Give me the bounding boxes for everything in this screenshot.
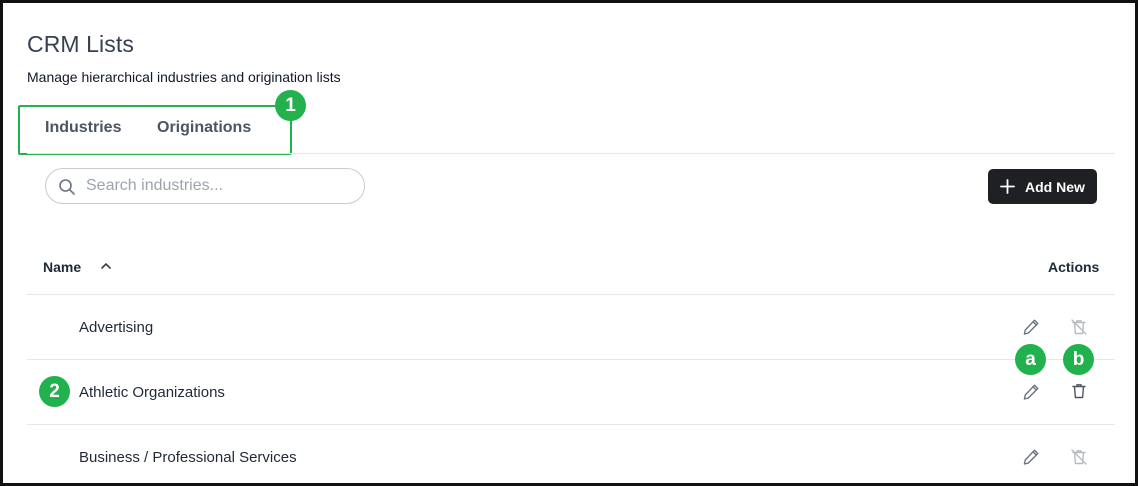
annotation-badge-b: b	[1063, 344, 1094, 375]
trash-disabled-icon	[1071, 449, 1087, 465]
row-divider	[27, 359, 1115, 360]
page-title: CRM Lists	[27, 31, 134, 57]
search-input[interactable]	[86, 175, 356, 197]
row-divider	[27, 424, 1115, 425]
add-new-button[interactable]: Add New	[988, 169, 1097, 204]
header-divider	[27, 294, 1115, 295]
column-header-actions: Actions	[1048, 259, 1100, 275]
add-new-label: Add New	[1025, 179, 1085, 195]
table-row-name: Athletic Organizations	[79, 384, 225, 401]
tab-originations[interactable]: Originations	[157, 119, 251, 137]
column-header-name[interactable]: Name	[43, 259, 81, 275]
table-row-name: Advertising	[79, 319, 154, 336]
pencil-icon[interactable]	[1021, 447, 1041, 467]
trash-icon[interactable]	[1069, 381, 1089, 401]
table-row-name: Business / Professional Services	[79, 449, 297, 466]
chevron-up-icon[interactable]	[99, 259, 113, 273]
annotation-badge-a: a	[1015, 344, 1046, 375]
pencil-icon[interactable]	[1021, 382, 1041, 402]
tab-industries[interactable]: Industries	[45, 119, 121, 137]
pencil-icon[interactable]	[1021, 317, 1041, 337]
search-box[interactable]	[45, 168, 365, 204]
annotation-badge-2: 2	[39, 376, 70, 407]
trash-disabled-icon	[1071, 319, 1087, 335]
search-icon	[59, 179, 75, 195]
page-subtitle: Manage hierarchical industries and origi…	[27, 69, 341, 85]
tabs-divider	[27, 153, 1115, 154]
app-frame: CRM Lists Manage hierarchical industries…	[0, 0, 1138, 486]
annotation-badge-1: 1	[275, 90, 306, 121]
plus-icon	[1000, 179, 1015, 194]
